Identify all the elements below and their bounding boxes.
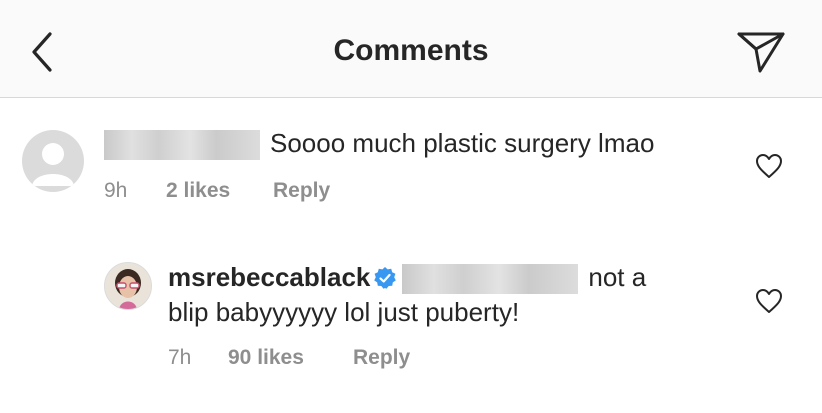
reply-button[interactable]: Reply bbox=[273, 179, 330, 203]
default-avatar-icon bbox=[32, 143, 74, 186]
heart-icon bbox=[756, 289, 782, 313]
paper-plane-icon bbox=[737, 32, 785, 73]
profile-photo-icon bbox=[105, 263, 151, 309]
likes-count[interactable]: 2 likes bbox=[166, 179, 230, 203]
verified-badge-icon bbox=[374, 267, 397, 289]
share-button[interactable] bbox=[736, 29, 786, 75]
avatar[interactable] bbox=[22, 130, 84, 192]
comment-body: Soooo much plastic surgery lmao bbox=[270, 128, 655, 158]
comment-text: msrebeccablack not a blip babyyyyyy lol … bbox=[168, 260, 728, 330]
comment-item: Soooo much plastic surgery lmao 9h 2 lik… bbox=[0, 98, 822, 218]
comment-body-line2: blip babyyyyyy lol just puberty! bbox=[168, 297, 520, 327]
reply-button[interactable]: Reply bbox=[353, 346, 410, 370]
timestamp: 9h bbox=[104, 179, 128, 202]
header-bar: Comments bbox=[0, 0, 822, 98]
username-link[interactable]: msrebeccablack bbox=[168, 262, 370, 292]
page-title: Comments bbox=[333, 34, 489, 67]
heart-icon bbox=[756, 154, 782, 178]
reply-comment-item: msrebeccablack not a blip babyyyyyy lol … bbox=[0, 250, 822, 390]
likes-count[interactable]: 90 likes bbox=[228, 346, 304, 370]
comment-text: Soooo much plastic surgery lmao bbox=[104, 126, 654, 161]
like-button[interactable] bbox=[755, 288, 783, 314]
timestamp: 7h bbox=[168, 346, 192, 369]
avatar[interactable] bbox=[104, 262, 152, 310]
redacted-mention bbox=[402, 264, 579, 295]
redacted-username bbox=[104, 130, 260, 161]
like-button[interactable] bbox=[755, 153, 783, 179]
comment-body-line1: not a bbox=[588, 262, 647, 292]
